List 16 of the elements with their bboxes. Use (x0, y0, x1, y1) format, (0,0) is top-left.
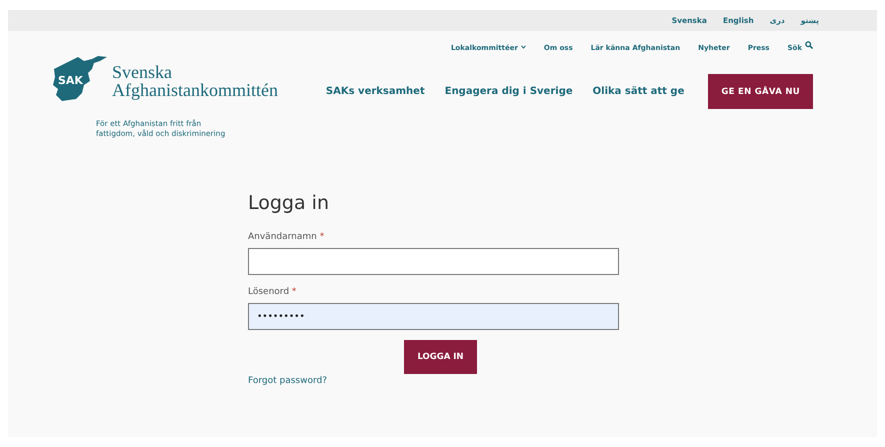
search-icon[interactable] (805, 41, 813, 49)
caret-icon (520, 45, 526, 49)
logo-map-icon (52, 55, 108, 103)
login-button[interactable]: LOGGA IN (404, 340, 477, 374)
main-nav-link[interactable]: SAKs verksamhet (326, 86, 425, 97)
page-heading: Logga in (248, 192, 330, 214)
forgot-password-link[interactable]: Forgot password? (248, 376, 328, 386)
main-nav-link[interactable]: Engagera dig i Sverige (444, 86, 573, 97)
username-field[interactable] (248, 248, 619, 275)
organization-name: Svenska Afghanistankommittén (112, 63, 278, 99)
field-label: Användarnamn * (248, 232, 326, 242)
logo-text: SAK (58, 74, 83, 87)
field-label: Lösenord * (248, 287, 298, 297)
password-field[interactable]: ••••••••• (248, 303, 619, 330)
donate-button[interactable]: GE EN GÅVA NU (708, 74, 813, 109)
main-nav-link[interactable]: Olika sätt att ge (592, 86, 684, 97)
